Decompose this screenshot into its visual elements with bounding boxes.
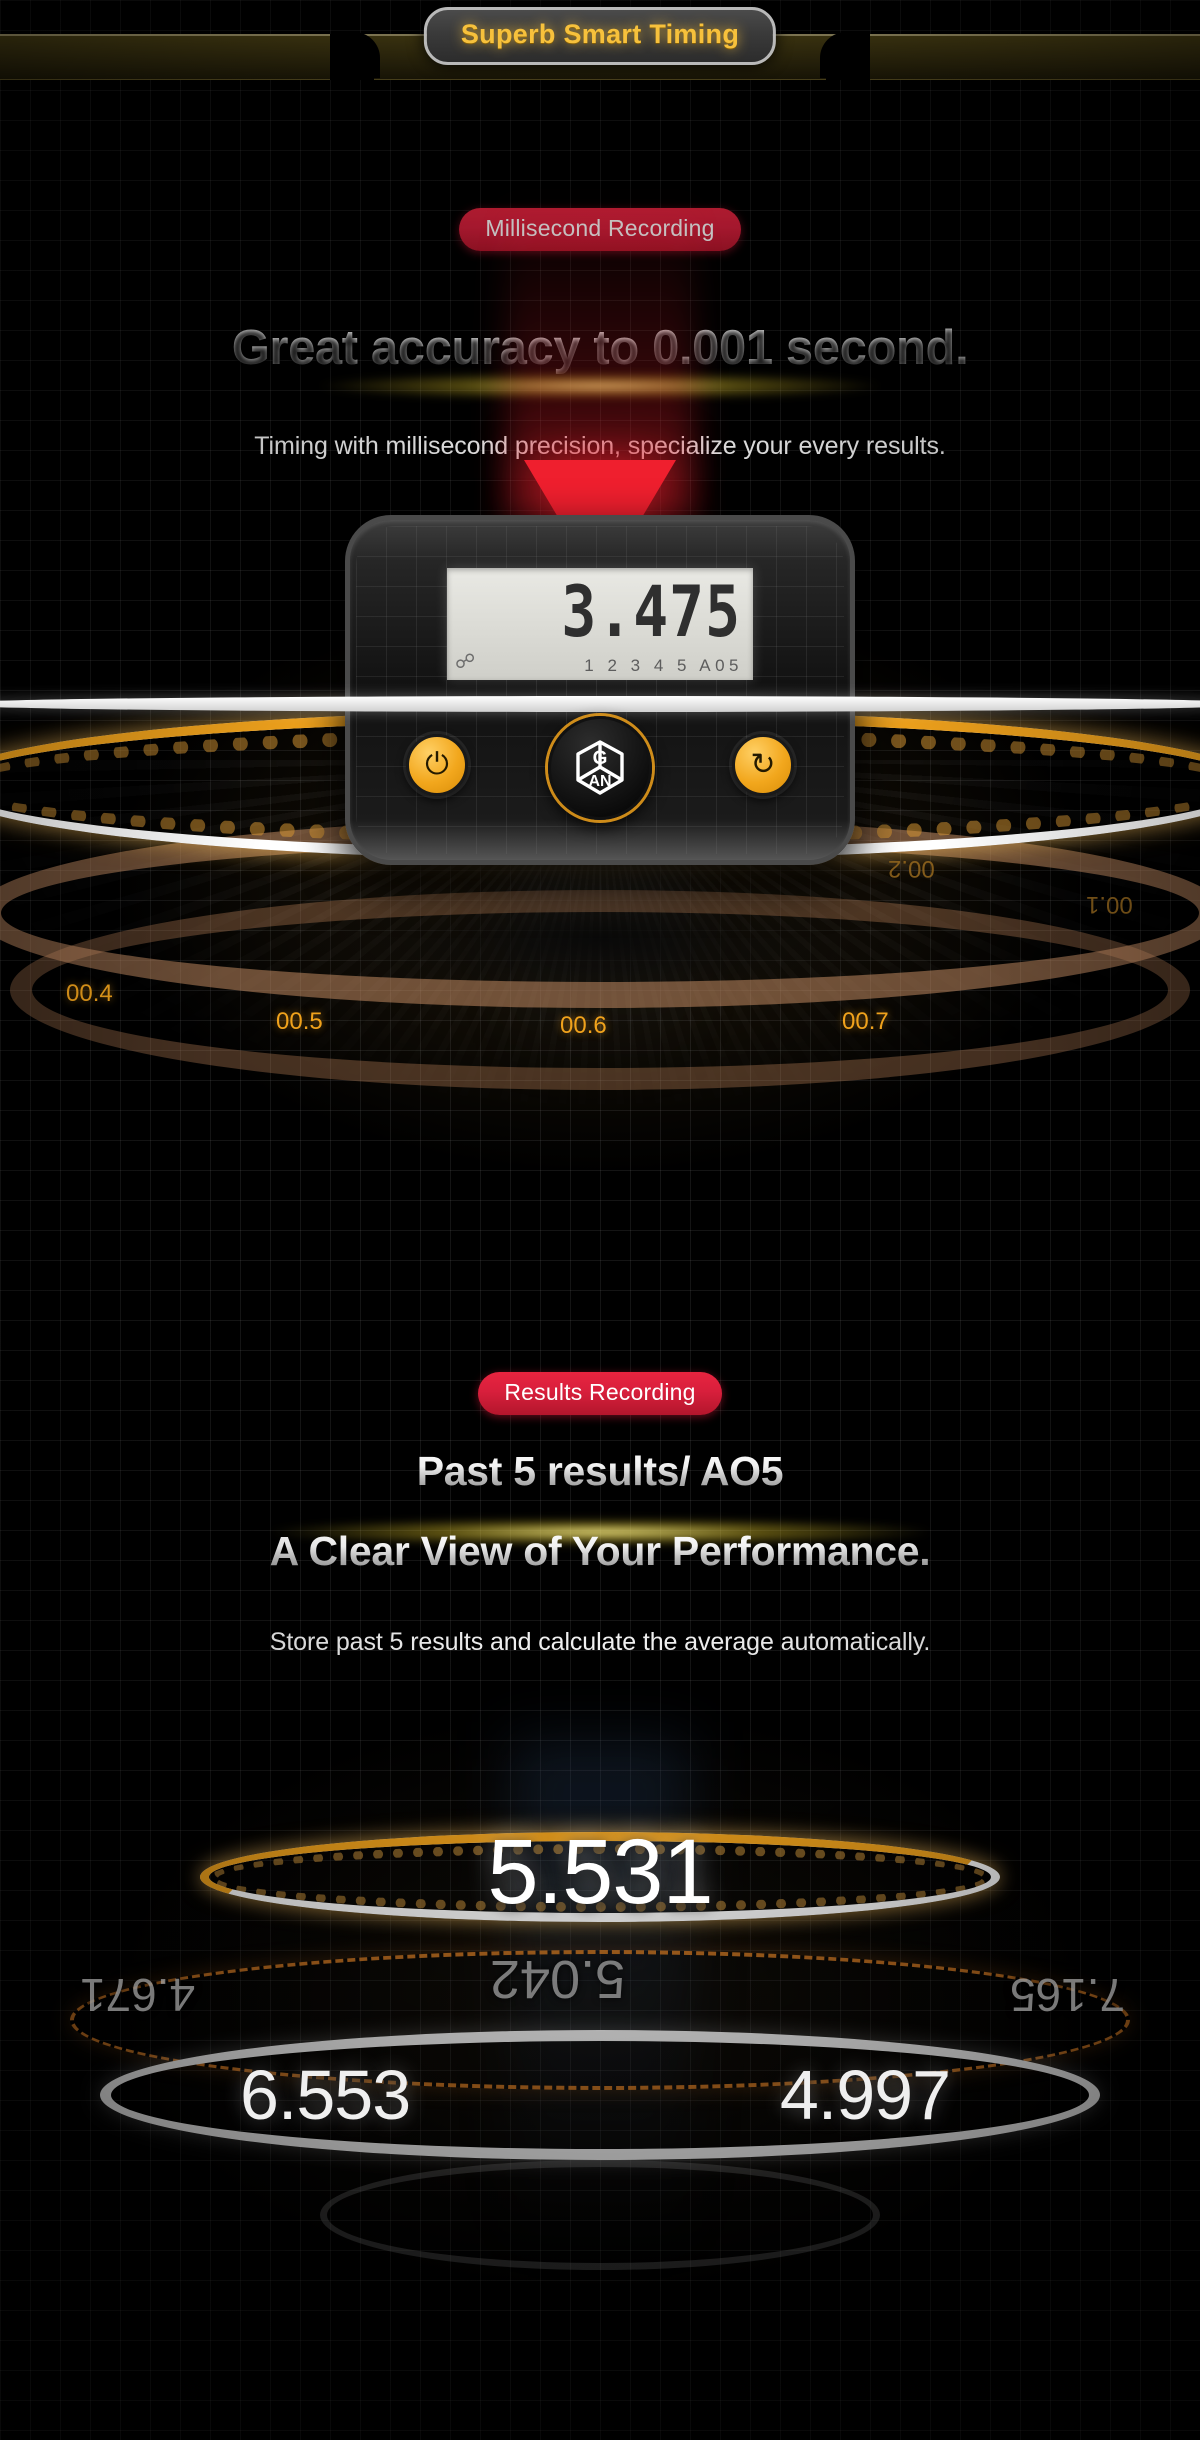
svg-text:G: G bbox=[593, 748, 608, 769]
device-button-row: ⏻ ↻ G AN bbox=[350, 716, 850, 826]
results-ring-ghost bbox=[320, 2160, 880, 2270]
lcd-result-indices: 1 2 3 4 5 A05 bbox=[584, 656, 743, 675]
results-hero: 5.042 4.671 7.165 5.531 6.553 4.997 bbox=[0, 1700, 1200, 2360]
header-title-tab: Superb Smart Timing bbox=[423, 7, 777, 65]
bluetooth-icon: ☍ bbox=[455, 651, 476, 673]
result-value-right: 4.997 bbox=[779, 2056, 951, 2134]
results-badge-row: Results Recording bbox=[0, 1372, 1200, 1415]
result-back-left: 4.671 bbox=[80, 1969, 196, 2021]
dial-tick-back-001: 00.1 bbox=[1086, 891, 1133, 918]
lcd-screen: 3.475 ☍ 1 2 3 4 5 A05 bbox=[447, 568, 753, 680]
svg-text:AN: AN bbox=[588, 773, 611, 790]
results-subtitle-row: Store past 5 results and calculate the a… bbox=[0, 1628, 1200, 1657]
page-title: Superb Smart Timing bbox=[460, 19, 740, 49]
page-background: Superb Smart Timing Millisecond Recordin… bbox=[0, 0, 1200, 2440]
badge-results-recording: Results Recording bbox=[478, 1372, 722, 1415]
results-subtitle: Store past 5 results and calculate the a… bbox=[269, 1628, 931, 1656]
reset-icon: ↻ bbox=[750, 748, 776, 781]
dial-tick-005: 00.5 bbox=[276, 1008, 323, 1035]
results-headline-1: Past 5 results/ AO5 bbox=[416, 1448, 784, 1494]
power-icon: ⏻ bbox=[425, 748, 449, 781]
results-headline-2-row: A Clear View of Your Performance. bbox=[0, 1528, 1200, 1575]
result-back-center: 5.042 bbox=[490, 1949, 626, 2009]
result-value-main: 5.531 bbox=[487, 1821, 713, 1923]
dial-tick-004: 00.4 bbox=[66, 980, 113, 1007]
dial-tick-007: 00.7 bbox=[842, 1008, 889, 1035]
lcd-time-value: 3.475 bbox=[561, 570, 741, 653]
result-value-left: 6.553 bbox=[240, 2056, 411, 2134]
dial-tick-006: 00.6 bbox=[560, 1012, 607, 1039]
results-headline-2: A Clear View of Your Performance. bbox=[269, 1528, 931, 1574]
device-white-band bbox=[0, 696, 1200, 712]
timer-hero: 00.4 00.5 00.6 00.7 00.2 00.1 3.475 ☍ 1 … bbox=[0, 200, 1200, 1260]
results-headline-1-row: Past 5 results/ AO5 bbox=[0, 1448, 1200, 1495]
brand-logo-button[interactable]: G AN bbox=[548, 716, 652, 820]
power-button[interactable]: ⏻ bbox=[406, 734, 468, 796]
gan-cube-logo: G AN bbox=[576, 740, 624, 795]
dial-tick-back-002: 00.2 bbox=[888, 855, 935, 882]
result-back-right: 7.165 bbox=[1009, 1969, 1125, 2021]
reset-button[interactable]: ↻ bbox=[732, 734, 794, 796]
timer-device[interactable]: 3.475 ☍ 1 2 3 4 5 A05 ⏻ ↻ G AN bbox=[0, 515, 1200, 865]
